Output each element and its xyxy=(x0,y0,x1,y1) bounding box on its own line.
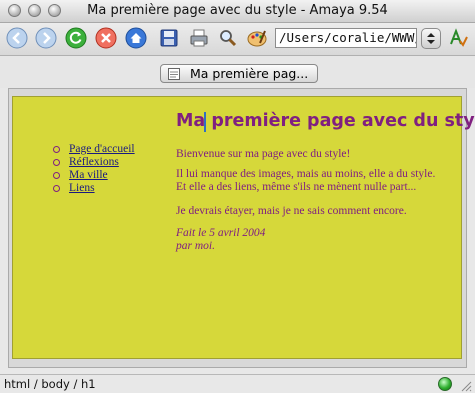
home-button[interactable] xyxy=(125,27,147,49)
reload-icon xyxy=(65,27,87,49)
stop-icon xyxy=(95,27,117,49)
find-button[interactable] xyxy=(217,27,239,49)
spellcheck-icon xyxy=(450,28,468,47)
element-path[interactable]: html / body / h1 xyxy=(4,377,96,391)
title-bar: Ma première page avec du style - Amaya 9… xyxy=(0,0,475,23)
signature-author: par moi. xyxy=(176,240,215,252)
bullet-icon xyxy=(53,159,60,166)
list-item: Page d'accueil xyxy=(53,143,135,156)
up-down-arrows-icon xyxy=(427,33,435,44)
home-icon xyxy=(125,27,147,49)
back-button[interactable] xyxy=(6,27,28,49)
link-page-accueil[interactable]: Page d'accueil xyxy=(69,143,135,155)
resize-grip-icon[interactable] xyxy=(458,378,472,392)
status-bar: html / body / h1 xyxy=(0,374,475,393)
text-caret xyxy=(204,112,206,132)
stop-button[interactable] xyxy=(95,27,117,49)
link-liens[interactable]: Liens xyxy=(69,182,95,194)
find-icon xyxy=(220,30,237,47)
status-indicator-icon xyxy=(438,377,452,391)
amaya-window: Ma première page avec du style - Amaya 9… xyxy=(0,0,475,393)
list-item: Liens xyxy=(53,182,135,195)
signature-date: Fait le 5 avril 2004 xyxy=(176,227,266,239)
page-canvas[interactable]: Ma première page avec du style Page d'ac… xyxy=(12,96,475,359)
paragraph-line: Il lui manque des images, mais au moins,… xyxy=(176,168,436,180)
paragraph-text: Je devrais étayer, mais je ne sais comme… xyxy=(176,205,407,217)
page-heading[interactable]: Ma première page avec du style xyxy=(176,111,475,131)
style-palette-icon xyxy=(247,30,267,47)
tab-label: Ma première pag... xyxy=(190,66,309,81)
spellcheck-button[interactable] xyxy=(447,27,469,49)
bullet-icon xyxy=(53,185,60,192)
save-icon xyxy=(160,29,178,47)
paragraph-line: Et elle a des liens, même s'ils ne mènen… xyxy=(176,181,417,193)
tab-bar: Ma première pag... xyxy=(0,56,475,88)
print-button[interactable] xyxy=(188,27,210,49)
reload-button[interactable] xyxy=(65,27,87,49)
html-document-icon xyxy=(168,68,180,80)
bullet-icon xyxy=(53,146,60,153)
forward-button[interactable] xyxy=(35,27,57,49)
print-icon xyxy=(190,29,208,47)
list-item: Réflexions xyxy=(53,156,135,169)
tab-document[interactable]: Ma première pag... xyxy=(160,64,318,83)
toolbar: /Users/coralie/WWW/ xyxy=(0,23,475,56)
save-button[interactable] xyxy=(158,27,180,49)
style-palette-button[interactable] xyxy=(246,27,268,49)
list-item: Ma ville xyxy=(53,169,135,182)
forward-icon xyxy=(35,27,57,49)
address-history-stepper[interactable] xyxy=(421,28,441,49)
window-title: Ma première page avec du style - Amaya 9… xyxy=(87,3,388,18)
bullet-icon xyxy=(53,172,60,179)
link-reflexions[interactable]: Réflexions xyxy=(69,156,119,168)
back-icon xyxy=(6,27,28,49)
welcome-text: Bienvenue sur ma page avec du style! xyxy=(176,148,351,160)
address-field[interactable]: /Users/coralie/WWW/ xyxy=(275,28,417,48)
nav-list: Page d'accueil Réflexions Ma ville Liens xyxy=(53,143,135,195)
link-ma-ville[interactable]: Ma ville xyxy=(69,169,108,181)
